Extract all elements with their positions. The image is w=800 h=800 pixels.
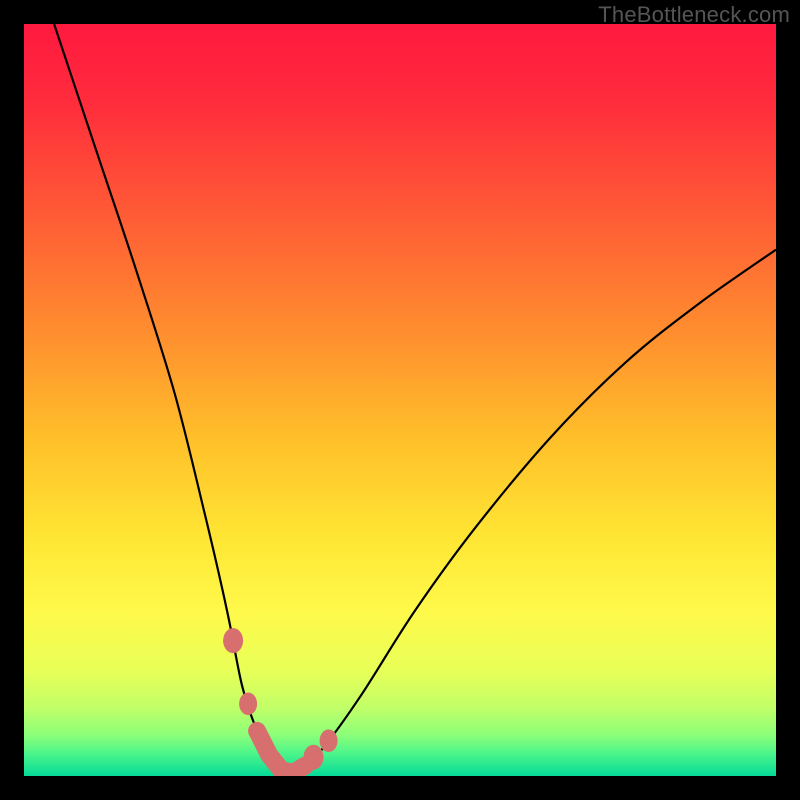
curve-marker (239, 693, 257, 716)
curve-marker (223, 628, 243, 653)
watermark-text: TheBottleneck.com (598, 2, 790, 28)
bottleneck-curve (24, 24, 776, 776)
chart-frame (24, 24, 776, 776)
curve-marker (320, 729, 338, 752)
curve-marker-base (257, 731, 305, 773)
